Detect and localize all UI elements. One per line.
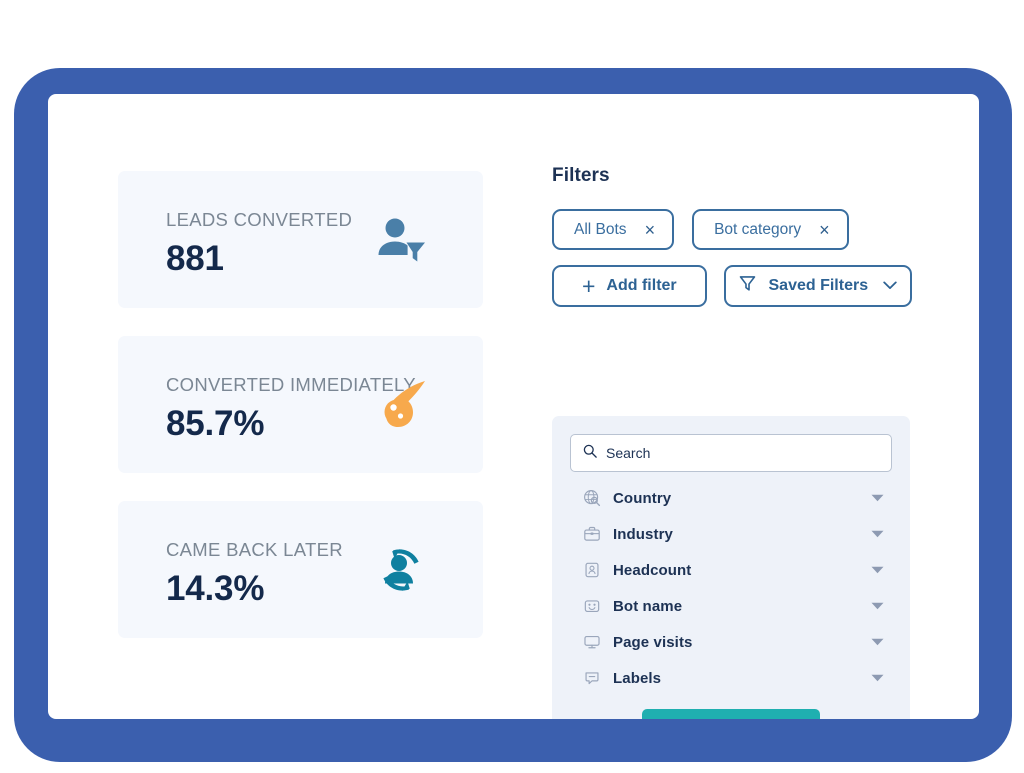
search-icon [583, 444, 597, 463]
bookmark-tag-icon [582, 669, 601, 688]
filter-item-industry[interactable]: Industry [570, 516, 892, 552]
filters-column: Filters All Bots × Bot category × + Add … [552, 165, 912, 307]
stat-card-came-back-later: CAME BACK LATER 14.3% [118, 501, 483, 638]
filter-chip-bot-category[interactable]: Bot category × [692, 209, 849, 250]
filter-item-label: Labels [613, 670, 858, 687]
filter-item-country[interactable]: Country [570, 480, 892, 516]
filter-item-page-visits[interactable]: Page visits [570, 624, 892, 660]
close-icon[interactable]: × [645, 221, 656, 239]
robot-face-icon [582, 597, 601, 616]
apply-filter-button[interactable]: Apply filter [642, 709, 820, 719]
chevron-down-icon[interactable] [870, 563, 884, 577]
search-placeholder: Search [606, 445, 650, 461]
filter-item-labels[interactable]: Labels [570, 660, 892, 696]
add-filter-button[interactable]: + Add filter [552, 265, 707, 307]
active-filter-chips: All Bots × Bot category × [552, 209, 912, 250]
filter-category-list: Country [570, 480, 892, 696]
filter-item-headcount[interactable]: Headcount [570, 552, 892, 588]
filter-item-label: Headcount [613, 562, 858, 579]
saved-filters-button[interactable]: Saved Filters [724, 265, 912, 307]
add-filter-label: Add filter [606, 277, 676, 295]
close-icon[interactable]: × [819, 221, 830, 239]
chevron-down-icon[interactable] [870, 599, 884, 613]
apply-filter-row: Apply filter [570, 709, 892, 719]
filter-chip-all-bots[interactable]: All Bots × [552, 209, 674, 250]
chevron-down-icon[interactable] [870, 671, 884, 685]
globe-search-icon [582, 489, 601, 508]
funnel-icon [739, 275, 756, 297]
chevron-down-icon[interactable] [870, 491, 884, 505]
stat-card-converted-immediately: CONVERTED IMMEDIATELY 85.7% [118, 336, 483, 473]
chevron-down-icon [883, 277, 897, 295]
stat-card-leads-converted: LEADS CONVERTED 881 [118, 171, 483, 308]
stats-column: LEADS CONVERTED 881 CONVERTED IMMEDIATEL… [118, 171, 483, 666]
plus-icon: + [582, 277, 595, 295]
filter-item-label: Country [613, 490, 858, 507]
filters-heading: Filters [552, 165, 912, 187]
person-badge-icon [582, 561, 601, 580]
screenshot-canvas: LEADS CONVERTED 881 CONVERTED IMMEDIATEL… [0, 0, 1024, 773]
monitor-icon [582, 633, 601, 652]
filter-chip-label: Bot category [714, 221, 801, 239]
chevron-down-icon[interactable] [870, 635, 884, 649]
filter-item-label: Bot name [613, 598, 858, 615]
filter-item-label: Page visits [613, 634, 858, 651]
app-screen: LEADS CONVERTED 881 CONVERTED IMMEDIATEL… [48, 94, 979, 719]
person-filter-icon [371, 210, 431, 270]
returning-user-icon [371, 540, 431, 600]
saved-filters-label: Saved Filters [769, 277, 869, 295]
filter-dropdown-panel: Search [552, 416, 910, 719]
filter-chip-label: All Bots [574, 221, 627, 239]
chevron-down-icon[interactable] [870, 527, 884, 541]
comet-icon [371, 375, 431, 435]
filter-actions: + Add filter Saved Filters [552, 265, 912, 307]
briefcase-icon [582, 525, 601, 544]
filter-item-label: Industry [613, 526, 858, 543]
filter-item-bot-name[interactable]: Bot name [570, 588, 892, 624]
search-input[interactable]: Search [570, 434, 892, 472]
